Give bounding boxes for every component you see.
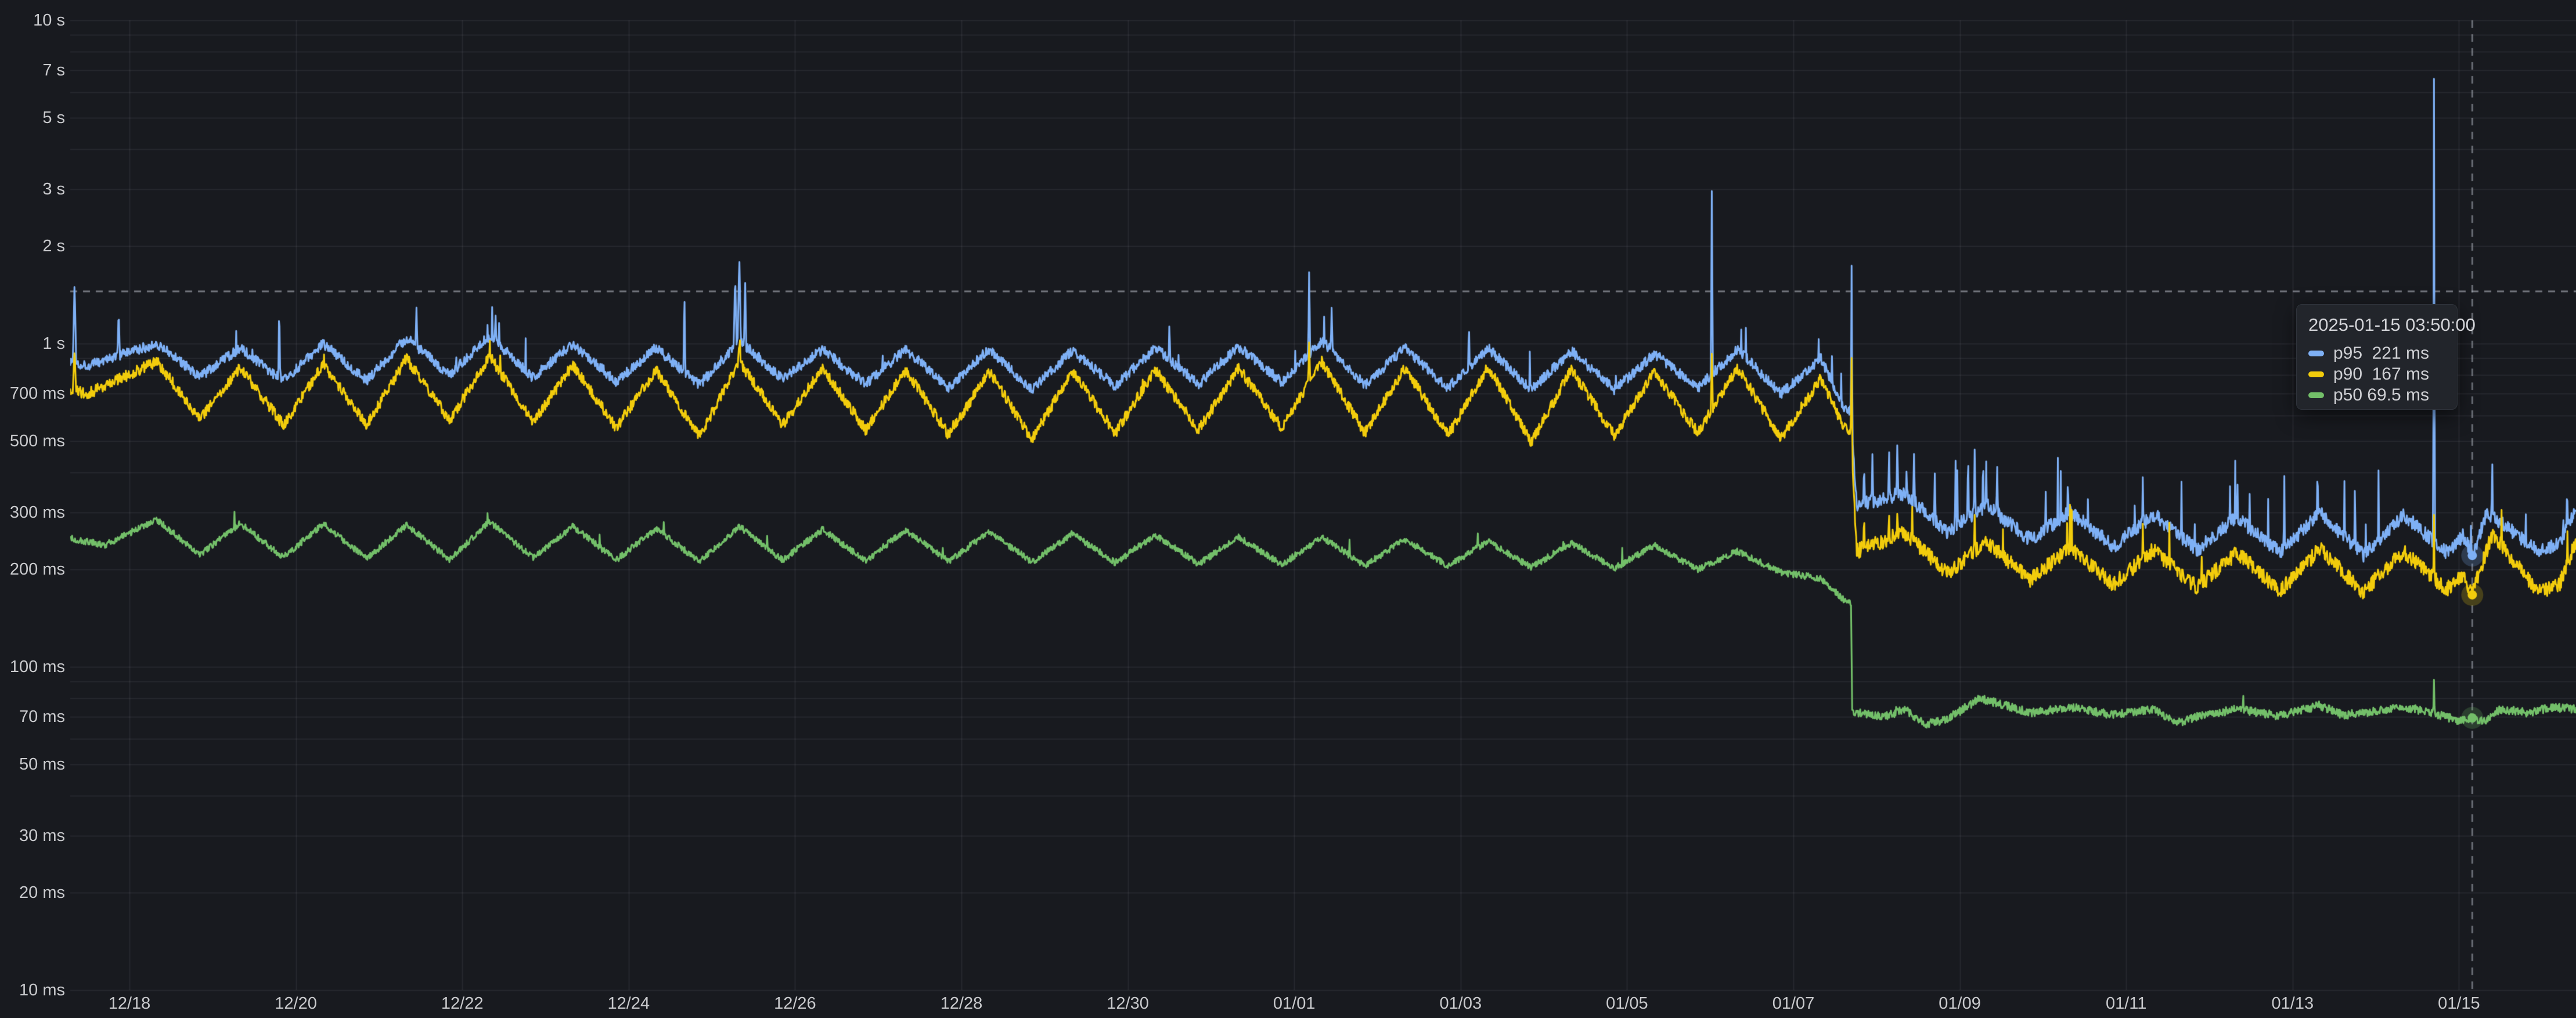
latency-chart-canvas[interactable]: [0, 0, 2576, 1018]
tooltip-series-label: p95: [2333, 344, 2362, 363]
series-color-swatch: [2308, 351, 2324, 356]
y-tick-label: 1 s: [42, 334, 65, 353]
tooltip-row: p90 167 ms: [2308, 364, 2450, 385]
x-tick-label: 01/05: [1606, 994, 1648, 1013]
tooltip-rows: p95221 msp90167 msp5069.5 ms: [2308, 343, 2450, 406]
hover-tooltip: 2025-01-15 03:50:00 p95221 msp90167 msp5…: [2296, 304, 2458, 410]
y-tick-label: 30 ms: [19, 826, 65, 846]
latency-percentiles-panel: 10 s 7 s 5 s 3 s 2 s 1 s 700 ms 500 ms 300 ms 200…: [0, 0, 2576, 1018]
series-color-swatch: [2308, 392, 2324, 398]
x-tick-label: 12/22: [441, 994, 484, 1013]
y-tick-label: 200 ms: [10, 559, 65, 579]
tooltip-row: p95 221 ms: [2308, 343, 2450, 364]
x-tick-label: 01/07: [1772, 994, 1815, 1013]
y-tick-label: 2 s: [42, 236, 65, 256]
x-tick-label: 01/03: [1440, 994, 1482, 1013]
series-color-swatch: [2308, 371, 2324, 377]
y-tick-label: 500 ms: [10, 431, 65, 451]
y-tick-label: 10 ms: [19, 980, 65, 1000]
tooltip-series-label: p50: [2333, 385, 2362, 405]
x-tick-label: 01/15: [2438, 994, 2480, 1013]
tooltip-series-value: 69.5 ms: [2367, 385, 2450, 405]
x-tick-label: 12/20: [275, 994, 317, 1013]
y-tick-label: 10 s: [33, 10, 65, 30]
tooltip-timestamp: 2025-01-15 03:50:00: [2308, 314, 2450, 336]
tooltip-series-label: p90: [2333, 364, 2362, 384]
x-tick-label: 01/01: [1273, 994, 1316, 1013]
y-tick-label: 70 ms: [19, 707, 65, 727]
x-tick-label: 12/30: [1107, 994, 1149, 1013]
y-tick-label: 3 s: [42, 179, 65, 199]
x-tick-label: 01/11: [2106, 994, 2146, 1013]
y-tick-label: 700 ms: [10, 384, 65, 403]
x-tick-label: 12/18: [109, 994, 151, 1013]
x-tick-label: 01/09: [1939, 994, 1981, 1013]
x-tick-label: 12/28: [941, 994, 983, 1013]
tooltip-row: p5069.5 ms: [2308, 385, 2450, 406]
y-tick-label: 7 s: [42, 60, 65, 80]
tooltip-series-value: 221 ms: [2372, 344, 2450, 363]
y-tick-label: 100 ms: [10, 657, 65, 677]
y-tick-label: 300 ms: [10, 503, 65, 522]
x-tick-label: 01/13: [2272, 994, 2314, 1013]
x-tick-label: 12/24: [608, 994, 650, 1013]
y-tick-label: 20 ms: [19, 883, 65, 903]
x-tick-label: 12/26: [774, 994, 816, 1013]
y-tick-label: 5 s: [42, 108, 65, 128]
y-tick-label: 50 ms: [19, 755, 65, 774]
tooltip-series-value: 167 ms: [2372, 364, 2450, 384]
